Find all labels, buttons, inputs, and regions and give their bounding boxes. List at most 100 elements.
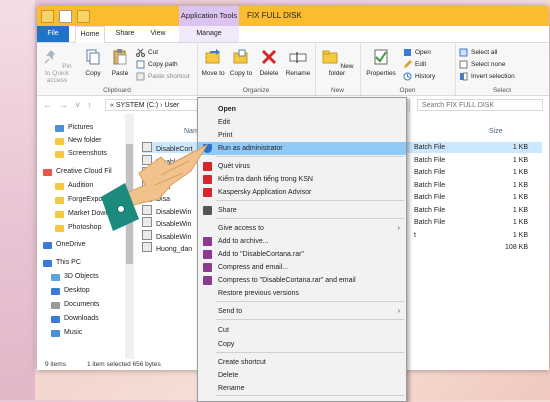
delete-button[interactable]: Delete [257, 48, 281, 77]
search-input[interactable]: Search FIX FULL DISK [417, 99, 543, 111]
menu-item-label: Create shortcut [218, 359, 266, 366]
menu-item-label: Copy [218, 341, 235, 348]
menu-item-compress-rar-email[interactable]: Compress to "DisableCortana.rar" and ema… [198, 274, 406, 287]
file-size: 1 KB [512, 206, 528, 214]
status-item-count: 9 items [45, 361, 66, 368]
file-type: Batch File [414, 206, 446, 214]
window-title: FIX FULL DISK [247, 11, 302, 20]
winrar-icon [203, 250, 212, 259]
audition-icon [55, 182, 64, 190]
menu-item-scan-virus[interactable]: Quét virus [198, 160, 406, 173]
menu-item-label: Restore previous versions [218, 290, 299, 297]
menu-item-delete[interactable]: Delete [198, 369, 406, 382]
properties-icon[interactable] [59, 10, 72, 23]
menu-item-add-to-rar[interactable]: Add to "DisableCortana.rar" [198, 248, 406, 261]
file-size: 1 KB [512, 181, 528, 189]
folder-icon[interactable] [41, 10, 54, 23]
select-none-button[interactable]: Select none [459, 60, 505, 69]
group-label: New [330, 87, 344, 94]
file-size: 1 KB [512, 231, 528, 239]
menu-item-cut[interactable]: Cut [198, 324, 406, 337]
copy-to-icon [233, 49, 248, 64]
paste-icon [113, 49, 127, 65]
back-arrow-icon[interactable]: ← [43, 100, 52, 110]
nav-item-onedrive[interactable]: OneDrive [43, 239, 86, 251]
copy-icon [86, 49, 100, 65]
menu-separator [216, 395, 404, 396]
nav-item-documents[interactable]: Documents [51, 299, 99, 311]
file-type: Batch File [414, 156, 446, 164]
tab-home[interactable]: Home [75, 26, 105, 44]
menu-item-run-as-admin[interactable]: Run as administrator [198, 142, 406, 155]
menu-item-rename[interactable]: Rename [198, 382, 406, 395]
menu-item-label: Add to "DisableCortana.rar" [218, 251, 304, 258]
nav-buttons: ← → ˅ ↑ [43, 100, 92, 110]
new-folder-icon[interactable] [77, 10, 90, 23]
properties-button[interactable]: Properties [363, 48, 399, 77]
menu-item-edit[interactable]: Edit [198, 116, 406, 129]
rename-button[interactable]: Rename [284, 48, 312, 77]
file-type: t [414, 231, 416, 239]
menu-item-share[interactable]: Share [198, 204, 406, 217]
menu-item-label: Add to archive... [218, 238, 269, 245]
menu-item-give-access[interactable]: Give access to › [198, 222, 406, 235]
menu-item-label: Cut [218, 327, 229, 334]
cut-button[interactable]: Cut [136, 48, 158, 57]
paste-button[interactable]: Paste [109, 48, 131, 77]
tab-manage[interactable]: Manage [179, 26, 239, 42]
copy-button[interactable]: Copy [82, 48, 104, 77]
organize-group: Move to Copy to Delete Rename Organize [197, 43, 316, 95]
edit-button[interactable]: Edit [403, 60, 426, 69]
group-label: Select [492, 87, 512, 94]
open-button[interactable]: Open [403, 48, 431, 57]
tab-view[interactable]: View [145, 26, 171, 42]
menu-item-compress-email[interactable]: Compress and email... [198, 261, 406, 274]
menu-separator [216, 319, 404, 320]
nav-item-new-folder[interactable]: New folder [55, 135, 101, 147]
file-type: Batch File [414, 219, 446, 226]
nav-item-3d-objects[interactable]: 3D Objects [51, 271, 99, 283]
nav-item-desktop[interactable]: Desktop [51, 285, 90, 297]
nav-item-downloads[interactable]: Downloads [51, 313, 99, 325]
menu-item-copy[interactable]: Copy [198, 338, 406, 351]
file-name: DisableWin [156, 233, 192, 241]
menu-item-send-to[interactable]: Send to › [198, 305, 406, 318]
invert-selection-button[interactable]: Invert selection [459, 72, 515, 81]
pin-button[interactable]: Pin to Quick access [40, 48, 74, 84]
forward-arrow-icon[interactable]: → [59, 100, 68, 110]
submenu-arrow-icon: › [397, 225, 400, 232]
menu-item-add-to-archive[interactable]: Add to archive... [198, 235, 406, 248]
menu-item-label: Kiểm tra danh tiếng trong KSN [218, 176, 313, 183]
new-group: New folder New [315, 43, 361, 95]
copy-path-button[interactable]: Copy path [136, 60, 178, 69]
menu-item-open[interactable]: Open [198, 103, 406, 116]
up-arrow-icon[interactable]: ↑ [87, 100, 92, 110]
music-icon [51, 329, 60, 337]
history-button[interactable]: History [403, 72, 435, 81]
recent-chevron-icon[interactable]: ˅ [75, 100, 80, 110]
group-label: Organize [242, 87, 270, 94]
tab-file[interactable]: File [37, 26, 69, 42]
menu-item-kaspersky-advisor[interactable]: Kaspersky Application Advisor [198, 186, 406, 199]
menu-item-print[interactable]: Print [198, 129, 406, 142]
documents-icon [51, 301, 60, 309]
nav-item-this-pc[interactable]: This PC [43, 257, 81, 269]
nav-item-pictures[interactable]: Pictures [55, 122, 93, 134]
copy-to-button[interactable]: Copy to [229, 48, 253, 77]
select-all-button[interactable]: Select all [459, 48, 497, 57]
nav-item-music[interactable]: Music [51, 327, 82, 339]
new-folder-button[interactable]: New folder [320, 48, 354, 77]
new-folder-icon [55, 137, 64, 145]
nav-item-photoshop[interactable]: Photoshop [55, 222, 101, 234]
menu-item-restore-versions[interactable]: Restore previous versions [198, 287, 406, 300]
pictures-icon [55, 124, 64, 132]
column-header-size[interactable]: Size [489, 128, 503, 135]
tab-share[interactable]: Share [111, 26, 139, 42]
move-to-button[interactable]: Move to [201, 48, 225, 77]
search-placeholder: Search FIX FULL DISK [422, 102, 495, 109]
menu-item-create-shortcut[interactable]: Create shortcut [198, 356, 406, 369]
menu-item-check-ksn[interactable]: Kiểm tra danh tiếng trong KSN [198, 173, 406, 186]
paste-shortcut-button[interactable]: Paste shortcut [136, 72, 190, 81]
nav-item-audition[interactable]: Audition [55, 180, 93, 192]
nav-item-label: New folder [68, 137, 102, 144]
